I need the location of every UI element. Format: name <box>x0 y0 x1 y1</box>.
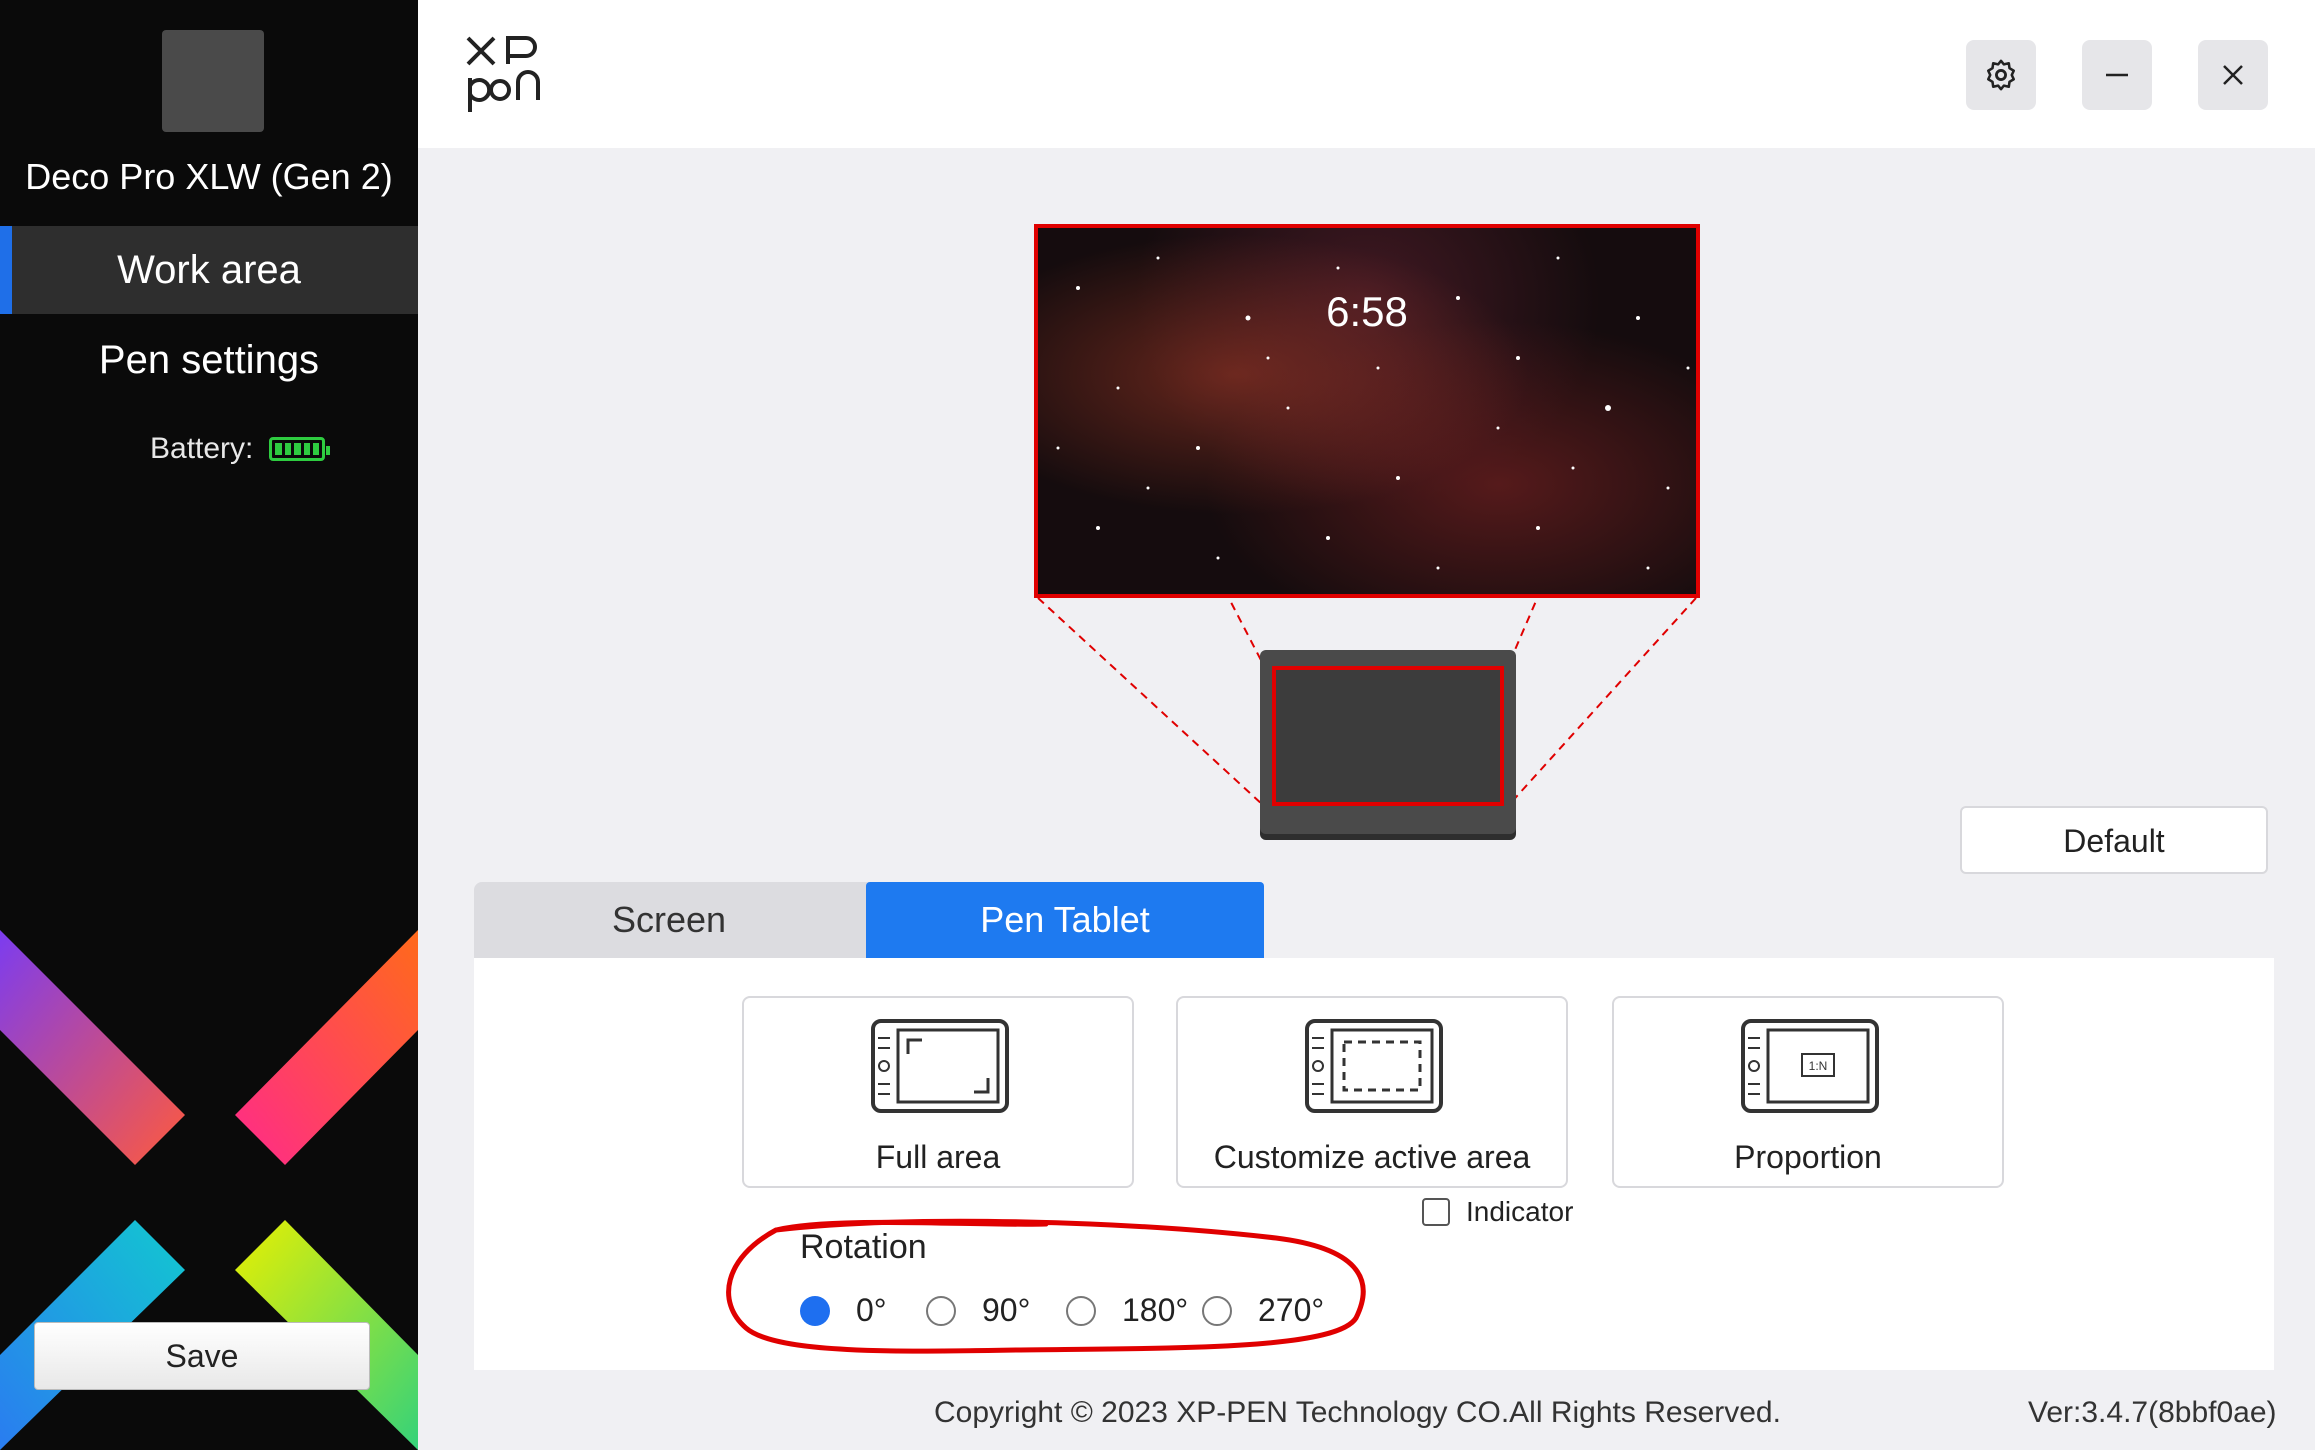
xp-pen-logo <box>466 36 540 112</box>
header <box>418 0 2315 148</box>
checkbox-icon <box>1422 1198 1450 1226</box>
full-area-label: Full area <box>875 1139 1001 1175</box>
save-button[interactable]: Save <box>34 1322 370 1390</box>
mapping-preview: 6:58 <box>1000 210 1740 850</box>
custom-area-icon <box>1305 1019 1443 1113</box>
proportion-icon: 1:N <box>1741 1019 1879 1113</box>
tablet-preview <box>1260 650 1516 834</box>
wallpaper-stars <box>1056 256 1690 570</box>
battery-icon <box>269 437 331 461</box>
close-icon <box>2223 65 2243 85</box>
proportion-button[interactable]: 1:N Proportion <box>1612 996 2004 1188</box>
battery-status: Battery: <box>150 432 331 466</box>
screen-preview: 6:58 <box>1034 224 1700 598</box>
copyright-text: Copyright © 2023 XP-PEN Technology CO.Al… <box>934 1396 1781 1429</box>
tab-pen-tablet[interactable]: Pen Tablet <box>866 882 1264 958</box>
full-area-button[interactable]: Full area <box>742 996 1134 1188</box>
nav-item-pen-settings[interactable]: Pen settings <box>0 316 418 404</box>
proportion-label: Proportion <box>1734 1139 1882 1175</box>
proportion-badge: 1:N <box>1809 1059 1828 1073</box>
minimize-button[interactable] <box>2082 40 2152 110</box>
lock-screen-clock: 6:58 <box>1326 288 1408 335</box>
nav-item-work-area[interactable]: Work area <box>0 226 418 314</box>
indicator-checkbox[interactable]: Indicator <box>1422 1196 1573 1228</box>
close-button[interactable] <box>2198 40 2268 110</box>
gear-icon <box>1986 59 2016 91</box>
tab-screen[interactable]: Screen <box>474 882 864 958</box>
sidebar: Deco Pro XLW (Gen 2) Work area Pen setti… <box>0 0 418 1450</box>
full-area-icon <box>871 1019 1009 1113</box>
area-tabs: Screen Pen Tablet <box>474 882 1264 958</box>
device-thumbnail <box>162 30 264 132</box>
tablet-active-area <box>1272 666 1504 806</box>
battery-label: Battery: <box>150 432 254 465</box>
rotation-highlight-annotation <box>726 1218 1366 1354</box>
indicator-label: Indicator <box>1466 1196 1574 1227</box>
minimize-icon <box>2106 73 2128 77</box>
customize-active-area-button[interactable]: Customize active area <box>1176 996 1568 1188</box>
default-button[interactable]: Default <box>1960 806 2268 874</box>
customize-active-area-label: Customize active area <box>1213 1139 1531 1175</box>
settings-button[interactable] <box>1966 40 2036 110</box>
device-name: Deco Pro XLW (Gen 2) <box>25 156 393 197</box>
version-text: Ver:3.4.7(8bbf0ae) <box>2028 1396 2277 1429</box>
